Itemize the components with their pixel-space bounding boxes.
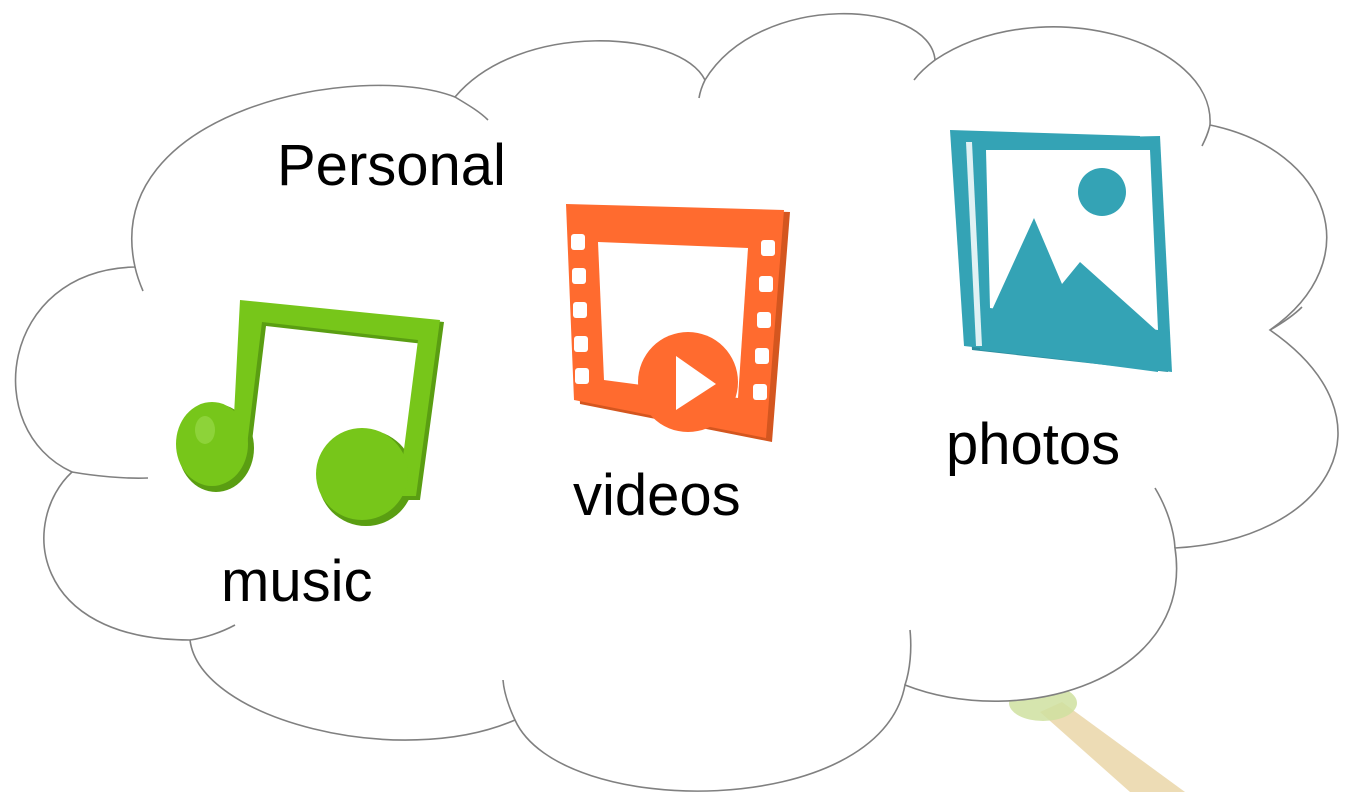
- videos-label: videos: [573, 463, 741, 528]
- film-play-icon: [566, 204, 790, 442]
- diagram-stage: Personal music videos photos: [0, 0, 1370, 792]
- cloud-diagram: Personal music videos photos: [14, 12, 1339, 792]
- pin-decoration: [1009, 685, 1185, 792]
- photo-gallery-icon: [950, 130, 1172, 372]
- photos-label: photos: [946, 412, 1120, 477]
- music-label: music: [221, 549, 372, 614]
- cloud-title: Personal: [277, 133, 506, 198]
